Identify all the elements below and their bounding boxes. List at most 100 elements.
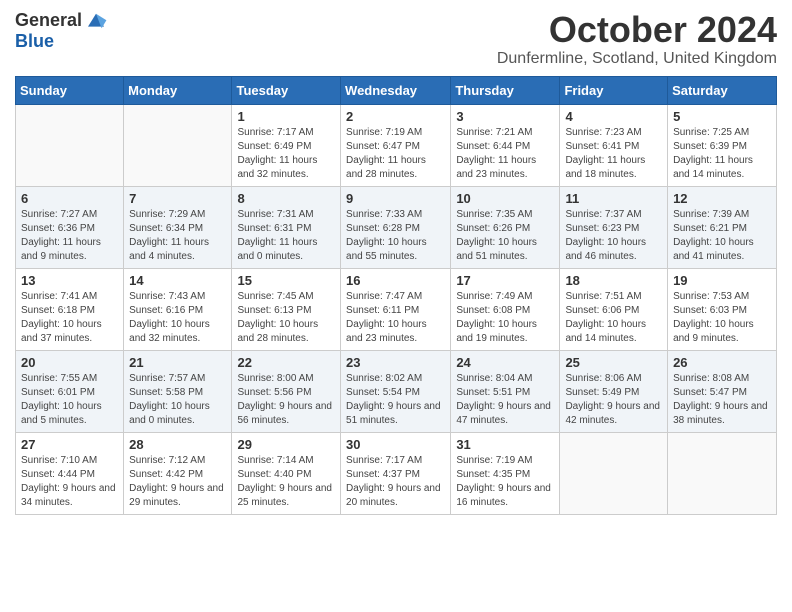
calendar-table: Sunday Monday Tuesday Wednesday Thursday… [15,76,777,515]
day-detail: Sunrise: 7:23 AM Sunset: 6:41 PM Dayligh… [565,126,662,182]
col-sunday: Sunday [16,76,124,104]
header-row: Sunday Monday Tuesday Wednesday Thursday… [16,76,777,104]
week-row-3: 13 Sunrise: 7:41 AM Sunset: 6:18 PM Dayli… [16,268,777,350]
day-cell: 13 Sunrise: 7:41 AM Sunset: 6:18 PM Dayli… [16,268,124,350]
day-cell: 11 Sunrise: 7:37 AM Sunset: 6:23 PM Dayli… [560,186,668,268]
week-row-4: 20Sunrise: 7:55 AM Sunset: 6:01 PM Dayli… [16,350,777,432]
day-number: 2 [346,109,445,124]
day-detail: Sunrise: 8:08 AM Sunset: 5:47 PM Dayligh… [673,372,771,428]
day-detail: Sunrise: 7:55 AM Sunset: 6:01 PM Dayligh… [21,372,118,428]
day-cell: 26 Sunrise: 8:08 AM Sunset: 5:47 PM Dayli… [668,350,777,432]
day-cell [16,104,124,186]
day-cell: 1Sunrise: 7:17 AM Sunset: 6:49 PM Daylig… [232,104,341,186]
day-number: 1 [237,109,335,124]
day-number: 21 [129,355,226,370]
day-number: 25 [565,355,662,370]
day-detail: Sunrise: 7:35 AM Sunset: 6:26 PM Dayligh… [456,208,554,264]
day-cell: 8Sunrise: 7:31 AM Sunset: 6:31 PM Daylig… [232,186,341,268]
day-detail: Sunrise: 7:33 AM Sunset: 6:28 PM Dayligh… [346,208,445,264]
day-cell: 20Sunrise: 7:55 AM Sunset: 6:01 PM Dayli… [16,350,124,432]
day-number: 29 [237,437,335,452]
day-number: 15 [237,273,335,288]
title-section: October 2024 Dunfermline, Scotland, Unit… [497,10,777,68]
day-detail: Sunrise: 7:43 AM Sunset: 6:16 PM Dayligh… [129,290,226,346]
day-number: 30 [346,437,445,452]
col-friday: Friday [560,76,668,104]
day-number: 26 [673,355,771,370]
day-number: 9 [346,191,445,206]
calendar-body: 1Sunrise: 7:17 AM Sunset: 6:49 PM Daylig… [16,104,777,514]
col-wednesday: Wednesday [341,76,451,104]
day-detail: Sunrise: 7:31 AM Sunset: 6:31 PM Dayligh… [237,208,335,264]
day-number: 28 [129,437,226,452]
day-cell: 3Sunrise: 7:21 AM Sunset: 6:44 PM Daylig… [451,104,560,186]
week-row-1: 1Sunrise: 7:17 AM Sunset: 6:49 PM Daylig… [16,104,777,186]
day-cell: 10Sunrise: 7:35 AM Sunset: 6:26 PM Dayli… [451,186,560,268]
day-cell: 29 Sunrise: 7:14 AM Sunset: 4:40 PM Dayli… [232,432,341,514]
day-detail: Sunrise: 7:27 AM Sunset: 6:36 PM Dayligh… [21,208,118,264]
day-cell [668,432,777,514]
day-cell: 6 Sunrise: 7:27 AM Sunset: 6:36 PM Daylig… [16,186,124,268]
day-cell: 7Sunrise: 7:29 AM Sunset: 6:34 PM Daylig… [124,186,232,268]
logo-blue: Blue [15,31,54,52]
day-number: 24 [456,355,554,370]
day-cell: 12Sunrise: 7:39 AM Sunset: 6:21 PM Dayli… [668,186,777,268]
col-thursday: Thursday [451,76,560,104]
location: Dunfermline, Scotland, United Kingdom [497,50,777,68]
day-detail: Sunrise: 7:37 AM Sunset: 6:23 PM Dayligh… [565,208,662,264]
day-cell [124,104,232,186]
day-cell: 21Sunrise: 7:57 AM Sunset: 5:58 PM Dayli… [124,350,232,432]
month-title: October 2024 [497,10,777,50]
day-number: 6 [21,191,118,206]
day-detail: Sunrise: 7:53 AM Sunset: 6:03 PM Dayligh… [673,290,771,346]
day-detail: Sunrise: 7:19 AM Sunset: 6:47 PM Dayligh… [346,126,445,182]
day-detail: Sunrise: 7:41 AM Sunset: 6:18 PM Dayligh… [21,290,118,346]
day-cell: 16 Sunrise: 7:47 AM Sunset: 6:11 PM Dayli… [341,268,451,350]
day-cell: 4Sunrise: 7:23 AM Sunset: 6:41 PM Daylig… [560,104,668,186]
day-cell: 18 Sunrise: 7:51 AM Sunset: 6:06 PM Dayli… [560,268,668,350]
day-detail: Sunrise: 7:10 AM Sunset: 4:44 PM Dayligh… [21,454,118,510]
page: General Blue October 2024 Dunfermline, S… [0,0,792,525]
day-detail: Sunrise: 8:06 AM Sunset: 5:49 PM Dayligh… [565,372,662,428]
day-cell: 27Sunrise: 7:10 AM Sunset: 4:44 PM Dayli… [16,432,124,514]
day-detail: Sunrise: 7:14 AM Sunset: 4:40 PM Dayligh… [237,454,335,510]
day-detail: Sunrise: 7:47 AM Sunset: 6:11 PM Dayligh… [346,290,445,346]
day-cell: 31 Sunrise: 7:19 AM Sunset: 4:35 PM Dayli… [451,432,560,514]
day-number: 31 [456,437,554,452]
day-detail: Sunrise: 7:19 AM Sunset: 4:35 PM Dayligh… [456,454,554,510]
day-number: 12 [673,191,771,206]
day-detail: Sunrise: 7:29 AM Sunset: 6:34 PM Dayligh… [129,208,226,264]
col-monday: Monday [124,76,232,104]
day-detail: Sunrise: 7:25 AM Sunset: 6:39 PM Dayligh… [673,126,771,182]
day-cell: 17 Sunrise: 7:49 AM Sunset: 6:08 PM Dayli… [451,268,560,350]
calendar-header: Sunday Monday Tuesday Wednesday Thursday… [16,76,777,104]
day-detail: Sunrise: 8:00 AM Sunset: 5:56 PM Dayligh… [237,372,335,428]
day-cell: 23Sunrise: 8:02 AM Sunset: 5:54 PM Dayli… [341,350,451,432]
logo: General Blue [15,10,108,52]
week-row-2: 6 Sunrise: 7:27 AM Sunset: 6:36 PM Daylig… [16,186,777,268]
logo-icon [84,12,108,30]
day-number: 13 [21,273,118,288]
day-number: 5 [673,109,771,124]
day-detail: Sunrise: 7:51 AM Sunset: 6:06 PM Dayligh… [565,290,662,346]
col-tuesday: Tuesday [232,76,341,104]
day-detail: Sunrise: 7:21 AM Sunset: 6:44 PM Dayligh… [456,126,554,182]
day-cell: 9 Sunrise: 7:33 AM Sunset: 6:28 PM Daylig… [341,186,451,268]
day-number: 11 [565,191,662,206]
day-number: 18 [565,273,662,288]
day-cell: 5 Sunrise: 7:25 AM Sunset: 6:39 PM Daylig… [668,104,777,186]
day-number: 14 [129,273,226,288]
day-number: 16 [346,273,445,288]
day-detail: Sunrise: 7:17 AM Sunset: 4:37 PM Dayligh… [346,454,445,510]
day-cell: 14 Sunrise: 7:43 AM Sunset: 6:16 PM Dayli… [124,268,232,350]
day-number: 17 [456,273,554,288]
day-detail: Sunrise: 7:49 AM Sunset: 6:08 PM Dayligh… [456,290,554,346]
day-cell: 2 Sunrise: 7:19 AM Sunset: 6:47 PM Daylig… [341,104,451,186]
logo-general: General [15,10,82,31]
day-cell: 28Sunrise: 7:12 AM Sunset: 4:42 PM Dayli… [124,432,232,514]
day-number: 22 [237,355,335,370]
day-cell [560,432,668,514]
day-cell: 24 Sunrise: 8:04 AM Sunset: 5:51 PM Dayli… [451,350,560,432]
day-detail: Sunrise: 8:04 AM Sunset: 5:51 PM Dayligh… [456,372,554,428]
col-saturday: Saturday [668,76,777,104]
